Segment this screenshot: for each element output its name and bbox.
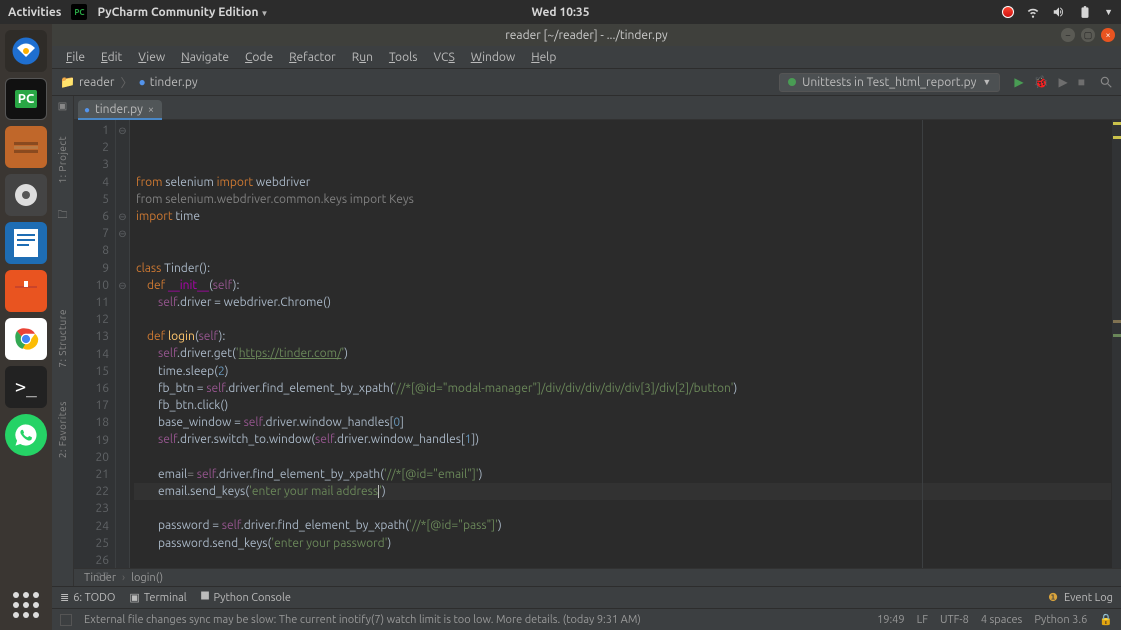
run-with-coverage-button[interactable]: ▶ — [1059, 75, 1068, 89]
debug-button[interactable]: 🐞 — [1034, 75, 1049, 89]
menu-run[interactable]: Run — [346, 49, 379, 66]
pycharm-window: reader [~/reader] - .../tinder.py – ▢ × … — [52, 24, 1121, 630]
tool-project-icon[interactable]: ▣ — [58, 100, 67, 112]
bottom-tool-window-bar: ≣6: TODO ▣Terminal ⯀Python Console ❶ Eve… — [52, 586, 1121, 608]
left-tool-window-bar: ▣ 1: Project 🗀 7: Structure 2: Favorites — [52, 96, 74, 586]
tool-dir-icon[interactable]: 🗀 — [58, 208, 68, 225]
tool-python-console[interactable]: ⯀Python Console — [201, 591, 291, 604]
unittest-icon — [788, 78, 796, 86]
editor[interactable]: 1234567891011121314151617181920212223242… — [74, 120, 1121, 568]
menu-tools[interactable]: Tools — [383, 49, 424, 66]
tool-project-label[interactable]: 1: Project — [57, 136, 68, 184]
launcher-ubuntu-software[interactable] — [5, 270, 47, 312]
line-number-gutter[interactable]: 1234567891011121314151617181920212223242… — [74, 120, 116, 568]
status-line-separator[interactable]: LF — [917, 614, 928, 626]
breadcrumb-project[interactable]: 📁 reader — [60, 75, 114, 89]
unity-launcher: PC >_ — [0, 24, 52, 630]
run-config-selector[interactable]: Unittests in Test_html_report.py ▼ — [779, 73, 1000, 92]
tool-favorites-label[interactable]: 2: Favorites — [57, 401, 68, 458]
search-everywhere-button[interactable] — [1099, 75, 1113, 89]
battery-icon[interactable] — [1078, 5, 1092, 19]
menu-navigate[interactable]: Navigate — [175, 49, 235, 66]
code-area[interactable]: from selenium import webdriverfrom selen… — [130, 120, 1111, 568]
show-apps-button[interactable] — [13, 592, 39, 618]
editor-tabs: ● tinder.py × — [74, 96, 1121, 120]
editor-tab-tinder[interactable]: ● tinder.py × — [78, 100, 162, 119]
pycharm-mini-icon: PC — [71, 4, 87, 20]
window-title-bar[interactable]: reader [~/reader] - .../tinder.py – ▢ × — [52, 24, 1121, 46]
terminal-icon: ▣ — [129, 591, 139, 604]
folder-icon: 📁 — [60, 75, 75, 89]
power-dropdown-icon[interactable]: ▼ — [1104, 7, 1113, 17]
launcher-thunderbird[interactable] — [5, 30, 47, 72]
window-title: reader [~/reader] - .../tinder.py — [505, 29, 667, 42]
app-menu-dropdown[interactable]: PyCharm Community Edition — [97, 6, 268, 19]
editor-breadcrumbs[interactable]: Tinder › login() — [74, 568, 1121, 586]
launcher-files[interactable] — [5, 126, 47, 168]
menu-window[interactable]: Window — [465, 49, 521, 66]
status-encoding[interactable]: UTF-8 — [940, 614, 969, 626]
tool-event-log[interactable]: Event Log — [1064, 592, 1113, 604]
stop-button[interactable]: ■ — [1078, 75, 1085, 89]
navigation-toolbar: 📁 reader 〉 ● tinder.py Unittests in Test… — [52, 68, 1121, 96]
activities-button[interactable]: Activities — [8, 6, 61, 19]
close-tab-icon[interactable]: × — [148, 104, 154, 116]
python-icon: ⯀ — [201, 591, 210, 604]
status-caret-pos[interactable]: 19:49 — [877, 614, 905, 626]
wifi-icon[interactable] — [1026, 5, 1040, 19]
right-margin-line — [922, 120, 923, 568]
error-stripe[interactable] — [1111, 120, 1121, 568]
tool-windows-quick-access-icon[interactable] — [60, 614, 72, 626]
run-button[interactable]: ▶ — [1014, 75, 1023, 89]
window-minimize-button[interactable]: – — [1061, 28, 1075, 42]
launcher-rhythmbox[interactable] — [5, 174, 47, 216]
balloon-icon: ❶ — [1048, 591, 1058, 604]
status-indent[interactable]: 4 spaces — [981, 614, 1023, 626]
sound-icon[interactable] — [1052, 5, 1066, 19]
status-bar: External file changes sync may be slow: … — [52, 608, 1121, 630]
clock[interactable]: Wed 10:35 — [532, 6, 590, 19]
menu-refactor[interactable]: Refactor — [283, 49, 342, 66]
python-file-icon: ● — [84, 104, 90, 116]
launcher-whatsapp[interactable] — [5, 414, 47, 456]
status-message[interactable]: External file changes sync may be slow: … — [84, 614, 865, 626]
tool-todo[interactable]: ≣6: TODO — [60, 591, 115, 604]
launcher-terminal[interactable]: >_ — [5, 366, 47, 408]
launcher-pycharm[interactable]: PC — [5, 78, 47, 120]
launcher-chrome[interactable] — [5, 318, 47, 360]
window-maximize-button[interactable]: ▢ — [1081, 28, 1095, 42]
menu-code[interactable]: Code — [239, 49, 279, 66]
list-icon: ≣ — [60, 591, 69, 604]
python-file-icon: ● — [139, 75, 146, 89]
tool-structure-label[interactable]: 7: Structure — [57, 309, 68, 368]
fold-gutter[interactable]: ⊖⊖⊖⊖ — [116, 120, 130, 568]
menu-file[interactable]: File — [60, 49, 91, 66]
window-close-button[interactable]: × — [1101, 28, 1115, 42]
tool-terminal[interactable]: ▣Terminal — [129, 591, 186, 604]
status-interpreter[interactable]: Python 3.6 — [1034, 614, 1087, 626]
menu-vcs[interactable]: VCS — [427, 49, 460, 66]
menu-help[interactable]: Help — [525, 49, 562, 66]
no-entry-icon[interactable] — [1002, 6, 1014, 18]
menu-bar: File Edit View Navigate Code Refactor Ru… — [52, 46, 1121, 68]
menu-edit[interactable]: Edit — [95, 49, 128, 66]
launcher-libreoffice-writer[interactable] — [5, 222, 47, 264]
breadcrumb-file[interactable]: ● tinder.py — [139, 75, 198, 89]
menu-view[interactable]: View — [132, 49, 171, 66]
ubuntu-top-bar: Activities PC PyCharm Community Edition … — [0, 0, 1121, 24]
lock-icon[interactable]: 🔒 — [1099, 613, 1113, 626]
chevron-down-icon: ▼ — [982, 77, 991, 87]
